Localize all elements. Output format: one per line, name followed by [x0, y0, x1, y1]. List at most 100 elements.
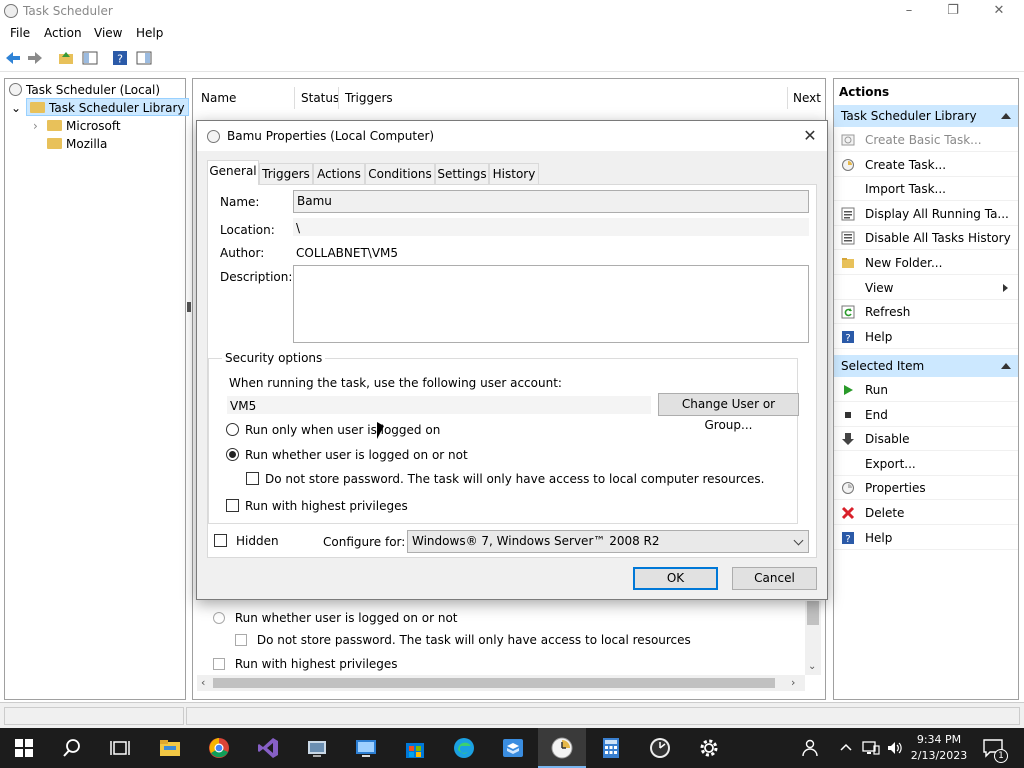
people-icon[interactable] — [800, 738, 820, 758]
actions-group-selected[interactable]: Selected Item — [834, 355, 1018, 377]
forward-arrow-icon[interactable] — [27, 50, 43, 66]
task-view-icon[interactable] — [108, 736, 132, 760]
task-scheduler-taskbar-icon[interactable] — [550, 736, 574, 760]
tab-general[interactable]: General — [207, 160, 259, 185]
volume-icon[interactable] — [886, 740, 904, 756]
end-icon — [841, 408, 855, 422]
column-header-name[interactable]: Name — [201, 91, 236, 105]
action-library-display-all-running-ta[interactable]: Display All Running Ta... — [834, 202, 1018, 226]
action-library-view[interactable]: View — [834, 276, 1018, 300]
run-whether-radio[interactable] — [226, 448, 239, 461]
action-label: Properties — [865, 481, 926, 496]
splitter-handle[interactable] — [187, 302, 191, 312]
tab-history[interactable]: History — [489, 163, 539, 185]
minimize-button[interactable]: – — [894, 2, 924, 20]
menu-action[interactable]: Action — [44, 26, 82, 40]
cancel-button[interactable]: Cancel — [732, 567, 817, 590]
action-selected-properties[interactable]: Properties — [834, 476, 1018, 501]
scroll-right-icon[interactable]: › — [791, 676, 795, 689]
show-hide-action-pane-icon[interactable] — [136, 50, 152, 66]
change-user-button[interactable]: Change User or Group... — [658, 393, 799, 432]
action-selected-help[interactable]: ? Help — [834, 526, 1018, 550]
scroll-left-icon[interactable]: ‹ — [201, 676, 205, 689]
scrollbar-thumb[interactable] — [213, 678, 775, 688]
mouse-cursor-icon — [377, 422, 384, 439]
configure-for-select[interactable]: Windows® 7, Windows Server™ 2008 R2 — [407, 530, 809, 553]
close-button[interactable]: ✕ — [984, 2, 1014, 20]
action-library-create-basic-task[interactable]: Create Basic Task... — [834, 128, 1018, 152]
tree-item-library[interactable]: Task Scheduler Library — [26, 98, 189, 116]
highest-privileges-label[interactable]: Run with highest privileges — [245, 499, 408, 513]
back-arrow-icon[interactable] — [5, 50, 21, 66]
clock-icon[interactable] — [648, 736, 672, 760]
menu-view[interactable]: View — [94, 26, 122, 40]
action-selected-run[interactable]: Run — [834, 378, 1018, 402]
chevron-down-icon — [793, 535, 804, 546]
action-library-new-folder[interactable]: New Folder... — [834, 251, 1018, 275]
store-icon[interactable] — [403, 736, 427, 760]
network-icon[interactable] — [862, 740, 880, 756]
restore-button[interactable]: ❐ — [938, 2, 968, 20]
action-library-create-task[interactable]: Create Task... — [834, 153, 1018, 177]
no-store-password-label[interactable]: Do not store password. The task will onl… — [265, 472, 764, 486]
chevron-up-icon[interactable] — [838, 740, 854, 756]
action-selected-export[interactable]: Export... — [834, 452, 1018, 476]
scrollbar-thumb[interactable] — [807, 601, 819, 625]
action-library-import-task[interactable]: Import Task... — [834, 177, 1018, 202]
settings-gear-icon[interactable] — [697, 736, 721, 760]
tree-item-microsoft[interactable]: Microsoft — [47, 117, 121, 135]
ok-button[interactable]: OK — [633, 567, 718, 590]
description-field[interactable] — [293, 265, 809, 343]
windows-start-icon[interactable] — [12, 736, 36, 760]
menu-file[interactable]: File — [10, 26, 30, 40]
action-selected-end[interactable]: End — [834, 403, 1018, 427]
scroll-down-icon[interactable]: ⌄ — [808, 661, 816, 672]
action-library-refresh[interactable]: Refresh — [834, 300, 1018, 325]
tree-item-mozilla[interactable]: Mozilla — [47, 135, 107, 153]
run-only-logged-label[interactable]: Run only when user is logged on — [245, 423, 440, 437]
clock-time[interactable]: 9:34 PM — [906, 733, 972, 746]
vertical-scrollbar[interactable]: ⌄ — [805, 601, 821, 675]
expand-arrow-icon[interactable]: › — [33, 117, 38, 135]
tree-item-root[interactable]: Task Scheduler (Local) — [9, 81, 160, 99]
help-icon[interactable]: ? — [112, 50, 128, 66]
visual-studio-icon[interactable] — [256, 736, 280, 760]
remote-desktop-icon[interactable] — [354, 736, 378, 760]
hidden-label[interactable]: Hidden — [236, 534, 279, 548]
action-library-disable-all-tasks-history[interactable]: Disable All Tasks History — [834, 226, 1018, 251]
up-folder-icon[interactable] — [58, 50, 74, 66]
collapse-triangle-icon[interactable] — [1001, 363, 1011, 369]
tab-settings[interactable]: Settings — [435, 163, 489, 185]
actions-group-library[interactable]: Task Scheduler Library — [834, 105, 1018, 127]
column-header-next[interactable]: Next — [793, 91, 821, 105]
hidden-checkbox[interactable] — [214, 534, 227, 547]
expand-chevron-icon[interactable]: ⌄ — [11, 99, 21, 117]
calculator-icon[interactable] — [599, 736, 623, 760]
action-selected-disable[interactable]: Disable — [834, 427, 1018, 452]
dialog-close-icon[interactable]: ✕ — [799, 125, 821, 147]
name-field[interactable]: Bamu — [293, 190, 809, 213]
network-app-icon[interactable] — [305, 736, 329, 760]
collapse-triangle-icon[interactable] — [1001, 113, 1011, 119]
tab-conditions[interactable]: Conditions — [365, 163, 435, 185]
column-header-status[interactable]: Status — [301, 91, 339, 105]
task-properties-dialog: Bamu Properties (Local Computer) ✕ Gener… — [196, 120, 828, 600]
action-selected-delete[interactable]: Delete — [834, 501, 1018, 525]
clock-date[interactable]: 2/13/2023 — [906, 749, 972, 762]
edge-icon[interactable] — [452, 736, 476, 760]
action-library-help[interactable]: ? Help — [834, 325, 1018, 349]
highest-privileges-checkbox[interactable] — [226, 499, 239, 512]
show-hide-tree-icon[interactable] — [82, 50, 98, 66]
run-only-logged-radio[interactable] — [226, 423, 239, 436]
no-store-password-checkbox[interactable] — [246, 472, 259, 485]
search-icon[interactable] — [60, 736, 84, 760]
tab-actions[interactable]: Actions — [313, 163, 365, 185]
column-header-triggers[interactable]: Triggers — [345, 91, 393, 105]
chrome-icon[interactable] — [207, 736, 231, 760]
menu-help[interactable]: Help — [136, 26, 163, 40]
tab-triggers[interactable]: Triggers — [259, 163, 313, 185]
horizontal-scrollbar[interactable]: ‹ › — [197, 675, 805, 691]
sandbox-icon[interactable] — [501, 736, 525, 760]
run-whether-label[interactable]: Run whether user is logged on or not — [245, 448, 468, 462]
file-explorer-icon[interactable] — [158, 736, 182, 760]
